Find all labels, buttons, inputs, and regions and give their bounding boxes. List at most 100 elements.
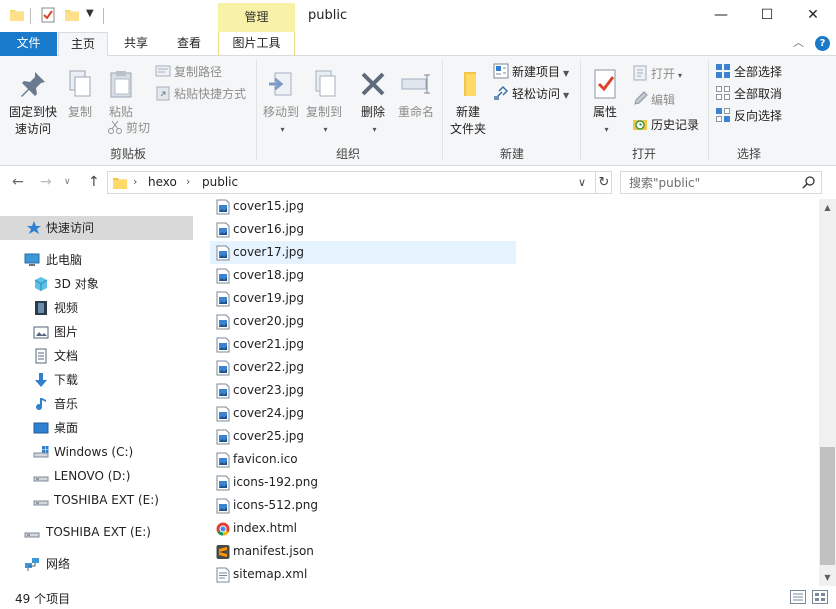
ribbon-group-separator <box>442 60 443 160</box>
nav-downloads[interactable]: 下载 <box>0 368 193 392</box>
tab-view[interactable]: 查看 <box>164 32 214 56</box>
search-icon[interactable] <box>802 175 816 189</box>
copy-button[interactable]: 复制 <box>62 68 98 121</box>
nav-this-pc[interactable]: 此电脑 <box>0 248 193 272</box>
image-file-icon <box>216 291 230 307</box>
file-name: manifest.json <box>233 544 314 558</box>
forward-arrow-icon[interactable]: → <box>40 174 52 190</box>
address-dropdown-icon[interactable]: ∨ <box>578 176 586 189</box>
file-row[interactable]: sitemap.xml <box>210 563 516 586</box>
nav-label: 文档 <box>54 349 79 363</box>
cut-button[interactable]: 剪切 <box>107 118 150 138</box>
file-row[interactable]: icons-192.png <box>210 471 516 494</box>
new-item-icon <box>493 63 509 79</box>
nav-desktop[interactable]: 桌面 <box>0 416 193 440</box>
collapse-ribbon-icon[interactable]: ︿ <box>793 34 804 50</box>
nav-label: TOSHIBA EXT (E:) <box>54 493 159 507</box>
file-row[interactable]: cover15.jpg <box>210 199 516 218</box>
tab-picture-tools[interactable]: 图片工具 <box>218 32 295 56</box>
refresh-icon[interactable]: ↻ <box>595 172 612 193</box>
new-item-button[interactable]: 新建项目 ▼ <box>493 62 569 82</box>
file-name: sitemap.xml <box>233 567 308 581</box>
recent-locations-chevron-icon[interactable]: ∨ <box>64 177 71 187</box>
nav-quick-access[interactable]: 快速访问 <box>0 216 193 240</box>
breadcrumb-chevron-icon[interactable]: › <box>186 175 190 188</box>
rename-button[interactable]: 重命名 <box>395 68 437 121</box>
rename-label: 重命名 <box>397 105 434 119</box>
delete-button[interactable]: 删除 ▾ <box>355 68 391 138</box>
tab-file[interactable]: 文件 <box>0 32 57 56</box>
file-row[interactable]: cover20.jpg <box>210 310 516 333</box>
select-none-button[interactable]: 全部取消 <box>715 84 782 104</box>
breadcrumb-hexo[interactable]: hexo <box>148 175 177 189</box>
quick-access-separator <box>103 8 104 24</box>
file-name: favicon.ico <box>233 452 298 466</box>
new-folder-icon[interactable] <box>64 7 80 23</box>
close-button[interactable]: ✕ <box>790 0 836 32</box>
copy-to-button[interactable]: 复制到 ▾ <box>303 68 345 138</box>
nav-3d-objects[interactable]: 3D 对象 <box>0 272 193 296</box>
invert-selection-button[interactable]: 反向选择 <box>715 106 782 126</box>
help-icon[interactable]: ? <box>815 36 830 51</box>
large-icons-view-icon[interactable] <box>812 590 828 604</box>
properties-check-icon[interactable] <box>40 7 56 23</box>
file-row[interactable]: manifest.json <box>210 540 516 563</box>
file-row[interactable]: cover17.jpg <box>210 241 516 264</box>
breadcrumb-public[interactable]: public <box>202 175 238 189</box>
file-row[interactable]: cover25.jpg <box>210 425 516 448</box>
move-to-label: 移动到 <box>262 105 299 119</box>
paste-button[interactable]: 粘贴 <box>103 68 139 121</box>
file-row[interactable]: cover19.jpg <box>210 287 516 310</box>
folder-icon[interactable] <box>9 7 25 23</box>
file-row[interactable]: cover23.jpg <box>210 379 516 402</box>
file-row[interactable]: index.html <box>210 517 516 540</box>
minimize-button[interactable]: — <box>698 0 744 32</box>
properties-button[interactable]: 属性 ▾ <box>586 68 624 138</box>
file-row[interactable]: icons-512.png <box>210 494 516 517</box>
tab-share[interactable]: 共享 <box>112 32 160 56</box>
scroll-up-arrow-icon[interactable]: ▲ <box>819 199 836 216</box>
nav-drive-d[interactable]: LENOVO (D:) <box>0 464 193 488</box>
scroll-down-arrow-icon[interactable]: ▼ <box>819 569 836 586</box>
history-button[interactable]: 历史记录 <box>632 115 699 135</box>
file-row[interactable]: cover16.jpg <box>210 218 516 241</box>
breadcrumb-chevron-icon[interactable]: › <box>133 175 137 188</box>
file-row[interactable]: cover22.jpg <box>210 356 516 379</box>
nav-drive-e[interactable]: TOSHIBA EXT (E:) <box>0 488 193 512</box>
select-none-label: 全部取消 <box>734 87 783 101</box>
up-arrow-icon[interactable]: ↑ <box>88 174 100 190</box>
tab-home[interactable]: 主页 <box>58 32 108 57</box>
nav-pictures[interactable]: 图片 <box>0 320 193 344</box>
address-box[interactable]: › hexo › public ∨ ↻ <box>107 171 612 194</box>
nav-network[interactable]: 网络 <box>0 552 193 576</box>
back-arrow-icon[interactable]: ← <box>12 174 24 190</box>
maximize-button[interactable]: ☐ <box>744 0 790 32</box>
file-row[interactable]: cover21.jpg <box>210 333 516 356</box>
file-row[interactable]: favicon.ico <box>210 448 516 471</box>
image-file-icon <box>216 268 230 284</box>
edit-button[interactable]: 编辑 <box>632 90 675 110</box>
nav-drive-e-root[interactable]: TOSHIBA EXT (E:) <box>0 520 193 544</box>
pin-quick-access-button[interactable]: 固定到快 速访问 <box>4 68 62 138</box>
details-view-icon[interactable] <box>790 590 806 604</box>
nav-videos[interactable]: 视频 <box>0 296 193 320</box>
easy-access-button[interactable]: 轻松访问 ▼ <box>493 84 569 104</box>
copy-path-button[interactable]: 复制路径 <box>155 62 222 82</box>
select-all-button[interactable]: 全部选择 <box>715 62 782 82</box>
nav-documents[interactable]: 文档 <box>0 344 193 368</box>
image-file-icon <box>216 360 230 376</box>
nav-music[interactable]: 音乐 <box>0 392 193 416</box>
customize-quick-access-dropdown-icon[interactable]: ▼ <box>86 8 94 19</box>
move-to-button[interactable]: 移动到 ▾ <box>260 68 302 138</box>
nav-drive-c[interactable]: Windows (C:) <box>0 440 193 464</box>
paste-shortcut-button[interactable]: 粘贴快捷方式 <box>155 84 246 104</box>
vertical-scrollbar[interactable]: ▲ ▼ <box>819 199 836 586</box>
scissors-icon <box>108 120 122 134</box>
open-button[interactable]: 打开 ▾ <box>632 64 682 84</box>
new-folder-button[interactable]: 新建 文件夹 <box>447 68 489 138</box>
file-row[interactable]: cover18.jpg <box>210 264 516 287</box>
search-input[interactable] <box>629 175 799 191</box>
file-row[interactable]: cover24.jpg <box>210 402 516 425</box>
scroll-thumb[interactable] <box>820 447 835 565</box>
file-name: icons-512.png <box>233 498 319 512</box>
